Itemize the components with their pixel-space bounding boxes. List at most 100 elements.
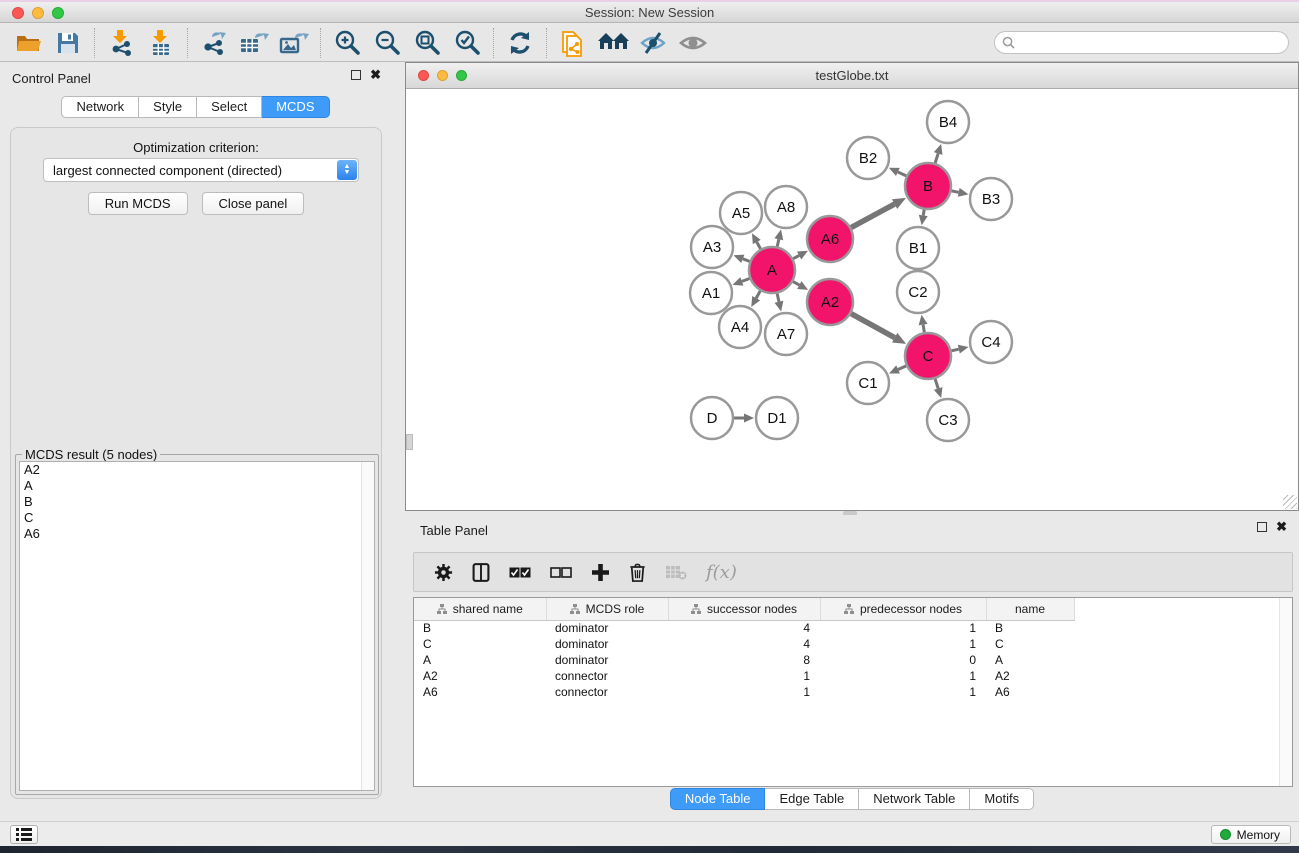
zoom-in-button[interactable] <box>327 27 367 59</box>
tab-network[interactable]: Network <box>61 96 139 118</box>
table-row[interactable]: Bdominator41B <box>414 620 1075 636</box>
zoom-fit-button[interactable] <box>407 27 447 59</box>
graph-edge-C-C3[interactable] <box>934 379 943 398</box>
graph-edge-A-A8[interactable] <box>774 229 783 246</box>
cell-shared-name[interactable]: C <box>414 636 546 652</box>
create-column-button[interactable] <box>591 563 610 582</box>
export-image-button[interactable] <box>274 27 314 59</box>
graph-node-B2[interactable]: B2 <box>847 137 889 179</box>
save-session-button[interactable] <box>48 27 88 59</box>
graph-node-A3[interactable]: A3 <box>691 226 733 268</box>
result-item-c[interactable]: C <box>20 510 374 526</box>
result-scrollbar[interactable] <box>361 462 374 790</box>
graph-node-C1[interactable]: C1 <box>847 362 889 404</box>
result-item-a6[interactable]: A6 <box>20 526 374 542</box>
graph-edge-A-A7[interactable] <box>775 293 784 311</box>
cell-name[interactable]: A2 <box>986 668 1074 684</box>
tab-mcds[interactable]: MCDS <box>262 96 329 118</box>
eye-button[interactable] <box>673 27 713 59</box>
column-view-button[interactable] <box>472 563 490 582</box>
graph-node-D[interactable]: D <box>691 397 733 439</box>
cell-name[interactable]: A6 <box>986 684 1074 700</box>
graph-edge-B-B1[interactable] <box>919 210 928 226</box>
close-panel-icon[interactable]: ✖ <box>370 70 381 80</box>
cell-shared-name[interactable]: A <box>414 652 546 668</box>
graph-edge-C-C1[interactable] <box>889 365 906 373</box>
cell-successor-nodes[interactable]: 1 <box>668 668 820 684</box>
cell-predecessor-nodes[interactable]: 1 <box>820 636 986 652</box>
graph-node-C[interactable]: C <box>905 333 951 379</box>
cell-name[interactable]: A <box>986 652 1074 668</box>
cell-MCDS-role[interactable]: dominator <box>546 652 668 668</box>
graph-edge-A-A3[interactable] <box>733 255 749 263</box>
optimization-select[interactable]: largest connected component (directed) ▲… <box>43 158 359 182</box>
graph-edge-B-B2[interactable] <box>889 168 906 176</box>
cell-shared-name[interactable]: A2 <box>414 668 546 684</box>
graph-node-C4[interactable]: C4 <box>970 321 1012 363</box>
tab-node-table[interactable]: Node Table <box>670 788 766 810</box>
cell-shared-name[interactable]: A6 <box>414 684 546 700</box>
graph-node-A[interactable]: A <box>749 247 795 293</box>
network-file-button[interactable] <box>553 27 593 59</box>
cell-predecessor-nodes[interactable]: 1 <box>820 684 986 700</box>
graph-edge-A-A1[interactable] <box>733 277 750 285</box>
result-item-b[interactable]: B <box>20 494 374 510</box>
homes-button[interactable] <box>593 27 633 59</box>
graph-node-B4[interactable]: B4 <box>927 101 969 143</box>
graph-node-B[interactable]: B <box>905 163 951 209</box>
result-item-a[interactable]: A <box>20 478 374 494</box>
table-row[interactable]: Cdominator41C <box>414 636 1075 652</box>
column-header-shared-name[interactable]: shared name <box>414 598 546 620</box>
cell-successor-nodes[interactable]: 8 <box>668 652 820 668</box>
network-canvas[interactable]: AA1A2A3A4A5A6A7A8BB1B2B3B4CC1C2C3C4DD1 <box>406 89 1298 510</box>
graph-node-A2[interactable]: A2 <box>807 279 853 325</box>
column-header-successor-nodes[interactable]: successor nodes <box>668 598 820 620</box>
graph-node-A7[interactable]: A7 <box>765 313 807 355</box>
graph-edge-D-D1[interactable] <box>734 414 754 423</box>
tab-motifs[interactable]: Motifs <box>970 788 1034 810</box>
table-row[interactable]: A2connector11A2 <box>414 668 1075 684</box>
graph-edge-A-A4[interactable] <box>751 291 760 307</box>
tab-edge-table[interactable]: Edge Table <box>765 788 859 810</box>
graph-edge-B-B3[interactable] <box>952 188 969 197</box>
export-network-button[interactable] <box>194 27 234 59</box>
cell-successor-nodes[interactable]: 4 <box>668 636 820 652</box>
cell-successor-nodes[interactable]: 4 <box>668 620 820 636</box>
graph-node-D1[interactable]: D1 <box>756 397 798 439</box>
graph-node-B3[interactable]: B3 <box>970 178 1012 220</box>
zoom-out-button[interactable] <box>367 27 407 59</box>
tab-style[interactable]: Style <box>139 96 197 118</box>
graph-edge-A-A6[interactable] <box>793 251 808 260</box>
graph-node-C3[interactable]: C3 <box>927 399 969 441</box>
task-history-button[interactable] <box>10 825 38 844</box>
graphics-details-button[interactable] <box>633 27 673 59</box>
cell-MCDS-role[interactable]: connector <box>546 668 668 684</box>
graph-node-A6[interactable]: A6 <box>807 216 853 262</box>
float-table-panel-icon[interactable] <box>1257 522 1267 532</box>
cell-predecessor-nodes[interactable]: 1 <box>820 668 986 684</box>
float-panel-icon[interactable] <box>351 70 361 80</box>
export-table-button[interactable] <box>234 27 274 59</box>
cell-predecessor-nodes[interactable]: 0 <box>820 652 986 668</box>
select-all-columns-button[interactable] <box>509 567 531 578</box>
cell-name[interactable]: B <box>986 620 1074 636</box>
column-header-predecessor-nodes[interactable]: predecessor nodes <box>820 598 986 620</box>
import-table-button[interactable] <box>141 27 181 59</box>
cell-MCDS-role[interactable]: dominator <box>546 636 668 652</box>
delete-column-button[interactable] <box>629 563 646 582</box>
table-row[interactable]: A6connector11A6 <box>414 684 1075 700</box>
cell-shared-name[interactable]: B <box>414 620 546 636</box>
graph-edge-B-B4[interactable] <box>934 144 943 163</box>
open-session-button[interactable] <box>8 27 48 59</box>
graph-node-A1[interactable]: A1 <box>690 272 732 314</box>
cell-name[interactable]: C <box>986 636 1074 652</box>
memory-button[interactable]: Memory <box>1211 825 1291 844</box>
result-item-a2[interactable]: A2 <box>20 462 374 478</box>
table-scrollbar[interactable] <box>1279 598 1292 786</box>
window-resize-grip[interactable] <box>1283 495 1297 509</box>
table-settings-button[interactable] <box>434 563 453 582</box>
graph-node-A8[interactable]: A8 <box>765 186 807 228</box>
graph-edge-A-A2[interactable] <box>793 281 808 290</box>
graph-node-C2[interactable]: C2 <box>897 271 939 313</box>
table-row[interactable]: Adominator80A <box>414 652 1075 668</box>
